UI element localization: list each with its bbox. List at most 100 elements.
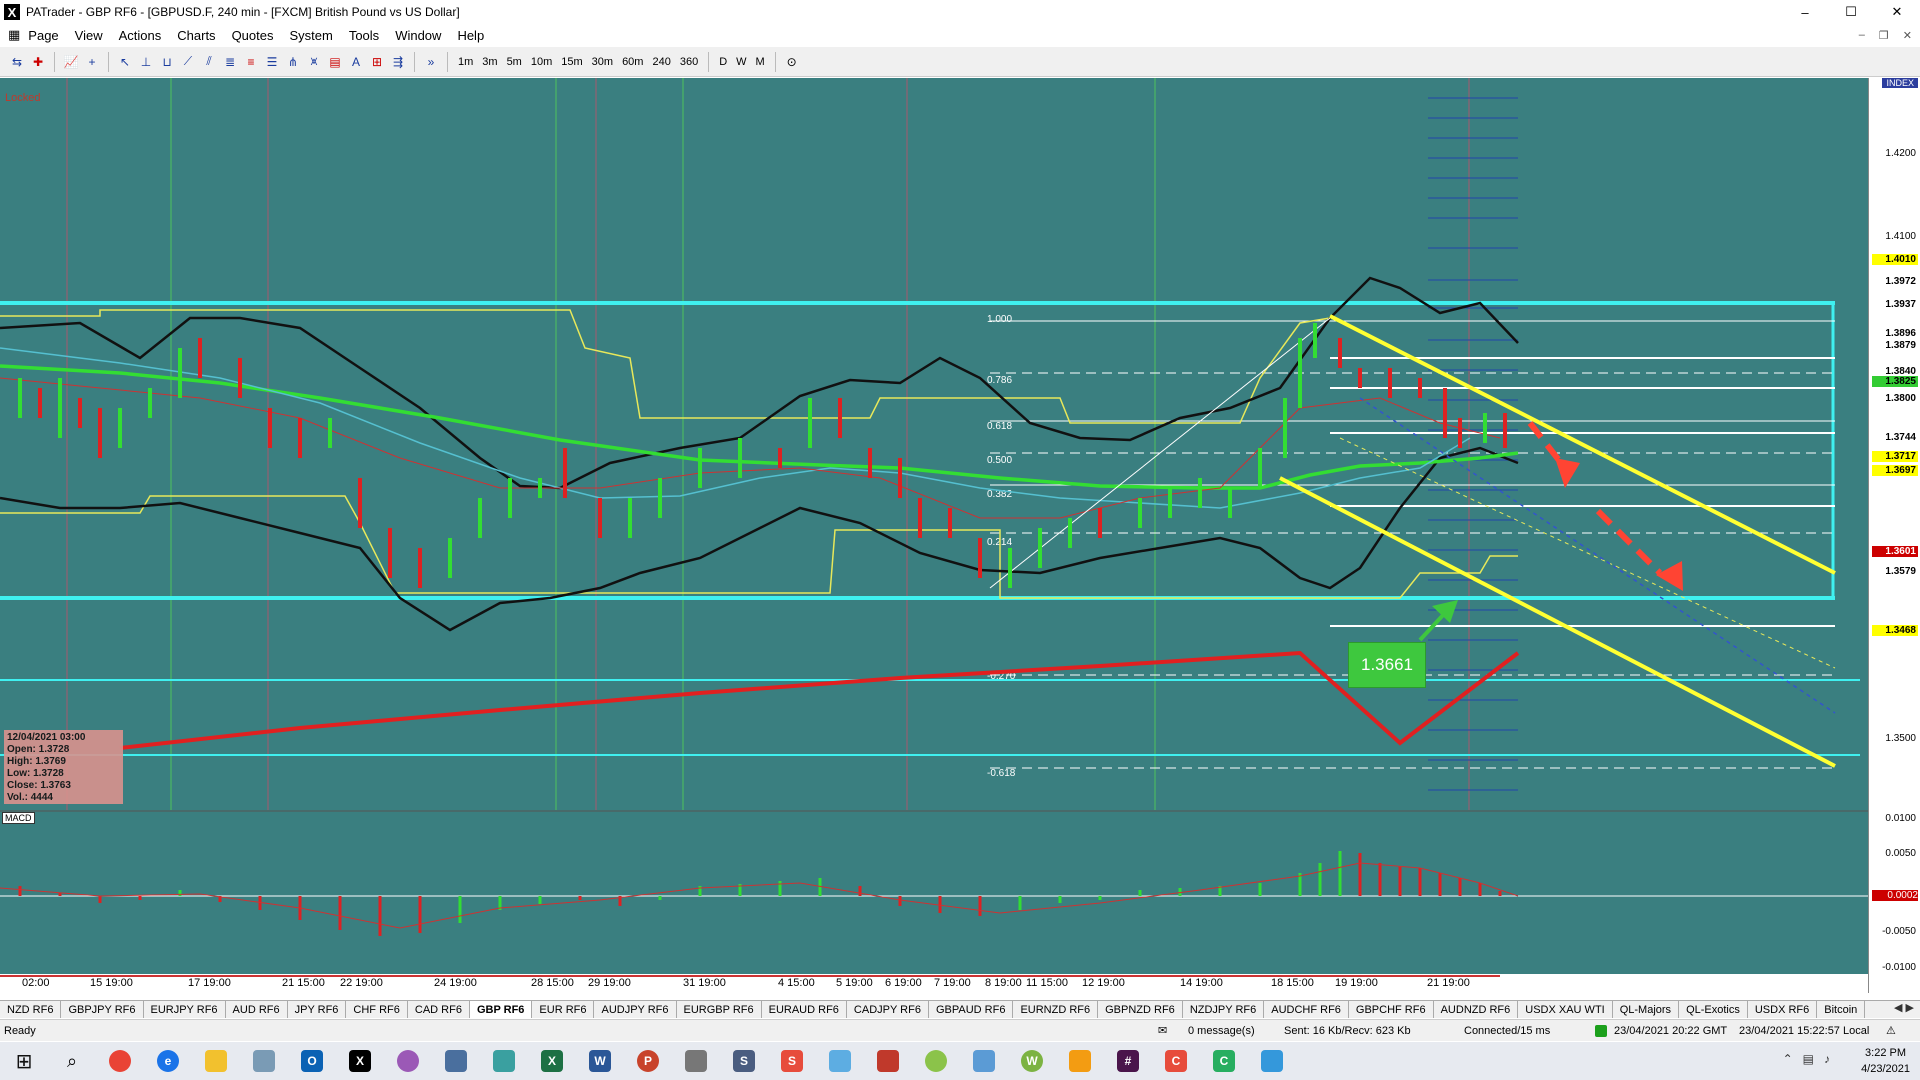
- app-icon[interactable]: C: [1200, 1042, 1248, 1080]
- tab-nzd-rf6[interactable]: NZD RF6: [0, 1001, 62, 1018]
- tab-chf-rf6[interactable]: CHF RF6: [346, 1001, 408, 1018]
- mdi-restore-icon[interactable]: ❐: [1879, 29, 1889, 42]
- tab-cadjpy-rf6[interactable]: CADJPY RF6: [847, 1001, 929, 1018]
- tab-ql-exotics[interactable]: QL-Exotics: [1679, 1001, 1748, 1018]
- sound-icon[interactable]: ⚠: [1886, 1024, 1896, 1037]
- network-icon[interactable]: ▤: [1803, 1052, 1814, 1066]
- maximize-button[interactable]: ☐: [1828, 0, 1874, 24]
- tab-euraud-rf6[interactable]: EURAUD RF6: [762, 1001, 847, 1018]
- tab-usdx-xau-wti[interactable]: USDX XAU WTI: [1518, 1001, 1613, 1018]
- channel-icon[interactable]: ⫽: [200, 53, 218, 71]
- chart-icon[interactable]: 📈: [62, 53, 80, 71]
- clock-icon[interactable]: ⊙: [783, 53, 801, 71]
- volume-icon[interactable]: ♪: [1824, 1052, 1830, 1066]
- tab-gbpnzd-rf6[interactable]: GBPNZD RF6: [1098, 1001, 1183, 1018]
- app-icon[interactable]: W: [1008, 1042, 1056, 1080]
- vertical-line-icon[interactable]: ⊔: [158, 53, 176, 71]
- outlook-icon[interactable]: O: [288, 1042, 336, 1080]
- powerpoint-icon[interactable]: P: [624, 1042, 672, 1080]
- tab-ql-majors[interactable]: QL-Majors: [1613, 1001, 1680, 1018]
- menu-view[interactable]: View: [67, 28, 111, 43]
- menu-help[interactable]: Help: [449, 28, 492, 43]
- more-icon[interactable]: »: [422, 53, 440, 71]
- app-icon[interactable]: S: [768, 1042, 816, 1080]
- menu-page[interactable]: Page: [20, 28, 66, 43]
- word-icon[interactable]: W: [576, 1042, 624, 1080]
- taskbar-clock[interactable]: 3:22 PM 4/23/2021: [1861, 1045, 1910, 1077]
- excel-icon[interactable]: X: [528, 1042, 576, 1080]
- tf-3m[interactable]: 3m: [479, 56, 500, 68]
- app-icon[interactable]: [864, 1042, 912, 1080]
- tab-eurjpy-rf6[interactable]: EURJPY RF6: [144, 1001, 226, 1018]
- tab-jpy-rf6[interactable]: JPY RF6: [288, 1001, 347, 1018]
- fib-extension-icon[interactable]: ≡: [242, 53, 260, 71]
- trendline-icon[interactable]: ⟋: [179, 53, 197, 71]
- tf-w[interactable]: W: [733, 56, 749, 68]
- calculator-icon[interactable]: [432, 1042, 480, 1080]
- buy-sell-icon[interactable]: ⇆: [8, 53, 26, 71]
- app-icon[interactable]: S: [720, 1042, 768, 1080]
- tab-cad-rf6[interactable]: CAD RF6: [408, 1001, 470, 1018]
- gann-fan-icon[interactable]: ⋔: [284, 53, 302, 71]
- tab-audchf-rf6[interactable]: AUDCHF RF6: [1264, 1001, 1349, 1018]
- tab-gbpjpy-rf6[interactable]: GBPJPY RF6: [61, 1001, 144, 1018]
- edge-icon[interactable]: e: [144, 1042, 192, 1080]
- tf-60m[interactable]: 60m: [619, 56, 646, 68]
- windows-start-icon[interactable]: ⊞: [0, 1042, 48, 1080]
- app-icon[interactable]: [1056, 1042, 1104, 1080]
- menu-window[interactable]: Window: [387, 28, 449, 43]
- chart-area[interactable]: 1.000 0.786 0.618 0.500 0.382 0.214 -0.2…: [0, 78, 1920, 993]
- menu-tools[interactable]: Tools: [341, 28, 387, 43]
- text-icon[interactable]: A: [347, 53, 365, 71]
- tf-30m[interactable]: 30m: [589, 56, 616, 68]
- chevron-up-icon[interactable]: ⌃: [1783, 1052, 1793, 1066]
- order-icon[interactable]: ✚: [29, 53, 47, 71]
- close-button[interactable]: ✕: [1874, 0, 1920, 24]
- tf-1m[interactable]: 1m: [455, 56, 476, 68]
- tab-aud-rf6[interactable]: AUD RF6: [226, 1001, 288, 1018]
- tab-audjpy-rf6[interactable]: AUDJPY RF6: [594, 1001, 677, 1018]
- app-icon[interactable]: [912, 1042, 960, 1080]
- app-icon[interactable]: [672, 1042, 720, 1080]
- horizontal-line-icon[interactable]: ⊥: [137, 53, 155, 71]
- minimize-button[interactable]: –: [1782, 0, 1828, 24]
- patrader-icon[interactable]: X: [336, 1042, 384, 1080]
- tab-audnzd-rf6[interactable]: AUDNZD RF6: [1434, 1001, 1519, 1018]
- menu-system[interactable]: System: [281, 28, 340, 43]
- price-scale[interactable]: INDEX 1.4200 1.4100 1.3500 1.4010 1.3972 1…: [1868, 78, 1920, 993]
- tab-scroll-arrows-icon[interactable]: ◀ ▶: [1894, 1001, 1914, 1014]
- cycle-icon[interactable]: ⊞: [368, 53, 386, 71]
- tab-nzdjpy-rf6[interactable]: NZDJPY RF6: [1183, 1001, 1265, 1018]
- pointer-icon[interactable]: ↖: [116, 53, 134, 71]
- arrow-icon[interactable]: ⇶: [389, 53, 407, 71]
- mdi-close-icon[interactable]: ✕: [1903, 29, 1912, 42]
- app-icon[interactable]: [816, 1042, 864, 1080]
- app-icon[interactable]: C: [1152, 1042, 1200, 1080]
- tab-gbpchf-rf6[interactable]: GBPCHF RF6: [1349, 1001, 1434, 1018]
- tab-eurgbp-rf6[interactable]: EURGBP RF6: [677, 1001, 762, 1018]
- rectangle-icon[interactable]: ▤: [326, 53, 344, 71]
- app-icon[interactable]: [1248, 1042, 1296, 1080]
- app-icon[interactable]: [480, 1042, 528, 1080]
- tf-240[interactable]: 240: [649, 56, 673, 68]
- fib-retracement-icon[interactable]: ☰: [263, 53, 281, 71]
- mail-icon[interactable]: ✉: [1158, 1024, 1167, 1037]
- search-icon[interactable]: ⌕: [48, 1042, 96, 1080]
- chrome-icon[interactable]: [96, 1042, 144, 1080]
- tab-eur-rf6[interactable]: EUR RF6: [532, 1001, 595, 1018]
- fibonacci-icon[interactable]: ≣: [221, 53, 239, 71]
- tab-gbp-rf6[interactable]: GBP RF6: [469, 1001, 533, 1018]
- tf-5m[interactable]: 5m: [504, 56, 525, 68]
- tf-m[interactable]: M: [753, 56, 768, 68]
- menu-actions[interactable]: Actions: [111, 28, 170, 43]
- crosshair-icon[interactable]: +: [83, 53, 101, 71]
- page-icon[interactable]: ▦: [0, 27, 20, 43]
- tab-bitcoin[interactable]: Bitcoin: [1817, 1001, 1866, 1018]
- mdi-minimize-icon[interactable]: –: [1859, 29, 1865, 42]
- menu-quotes[interactable]: Quotes: [224, 28, 282, 43]
- menu-charts[interactable]: Charts: [169, 28, 223, 43]
- app-icon[interactable]: [240, 1042, 288, 1080]
- app-icon[interactable]: [960, 1042, 1008, 1080]
- tf-d[interactable]: D: [716, 56, 730, 68]
- slack-icon[interactable]: #: [1104, 1042, 1152, 1080]
